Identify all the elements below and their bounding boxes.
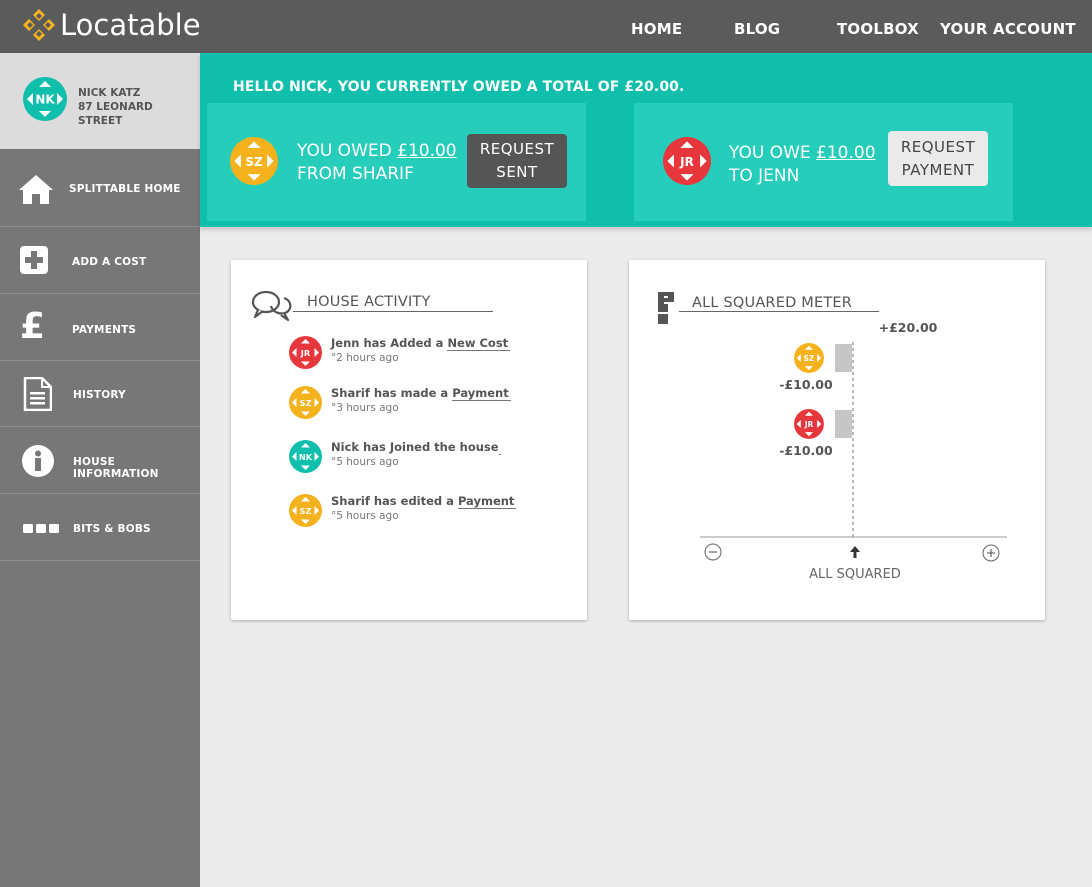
avatar-jr: JR <box>663 137 711 185</box>
svg-text:JR: JR <box>804 420 814 429</box>
info-icon <box>22 445 54 477</box>
request-sent-button[interactable]: REQUEST SENT <box>467 134 567 188</box>
profile-info: NICK KATZ 87 LEONARD STREET <box>78 86 200 128</box>
balance-banner: HELLO NICK, YOU CURRENTLY OWED A TOTAL O… <box>200 53 1092 227</box>
activity-time: °5 hours ago <box>331 456 399 468</box>
avatar-jr: JR <box>289 336 322 369</box>
plus-square-icon <box>20 246 48 274</box>
meter-title: ALL SQUARED METER <box>692 295 853 311</box>
sidebar-item-house-information[interactable]: HOUSE INFORMATION <box>0 427 200 494</box>
up-arrow-icon <box>850 546 860 558</box>
profile-name: NICK KATZ <box>78 87 141 99</box>
svg-text:NK: NK <box>35 93 55 107</box>
top-nav: HOME BLOG TOOLBOX YOUR ACCOUNT <box>0 20 1092 40</box>
sidebar-item-label: PAYMENTS <box>72 324 137 336</box>
button-line: REQUEST <box>479 140 555 158</box>
meter-value-label: -£10.00 <box>779 377 833 392</box>
activity-text: Sharif has made a Payment <box>331 386 511 401</box>
activity-time: °2 hours ago <box>331 352 399 364</box>
owed-amount[interactable]: £10.00 <box>397 141 456 161</box>
all-squared-axis-label: ALL SQUARED <box>809 567 901 582</box>
sidebar-item-splittable-home[interactable]: SPLITTABLE HOME <box>0 149 200 227</box>
owe-prefix: YOU OWE <box>729 143 811 163</box>
meter-chart: NK+£20.00SZ-£10.00JR-£10.00ALL SQUARED <box>700 320 1007 582</box>
avatar-sz: SZ <box>230 137 278 185</box>
svg-text:SZ: SZ <box>804 354 815 363</box>
avatar-sz: SZ <box>289 386 322 419</box>
svg-text:SZ: SZ <box>300 398 312 408</box>
svg-text:SZ: SZ <box>245 155 263 169</box>
avatar-sz: SZ <box>289 494 322 527</box>
meter-value-label: -£10.00 <box>779 443 833 458</box>
title-underline <box>293 311 493 312</box>
house-icon <box>19 175 53 204</box>
pound-icon: £ <box>20 306 46 347</box>
activity-description: Nick has Joined the house <box>331 440 499 454</box>
activity-link[interactable]: Payment <box>452 386 511 401</box>
activity-time: °3 hours ago <box>331 402 399 414</box>
svg-text:JR: JR <box>300 348 311 358</box>
title-underline <box>679 311 879 312</box>
house-activity-card: HOUSE ACTIVITY JR Jenn has Added a New Co… <box>231 260 587 620</box>
sidebar-item-payments[interactable]: £ PAYMENTS <box>0 294 200 361</box>
avatar-nk: NK <box>23 77 67 121</box>
svg-text:NK: NK <box>299 452 313 462</box>
owe-to: TO JENN <box>729 166 800 186</box>
owed-card: SZ YOU OWED £10.00 FROM SHARIF REQUEST S… <box>207 103 586 221</box>
avatar-sz: SZ <box>794 343 824 373</box>
owe-amount[interactable]: £10.00 <box>816 143 875 163</box>
svg-text:SZ: SZ <box>300 506 312 516</box>
activity-text: Nick has Joined the house <box>331 440 501 455</box>
activity-text: Jenn has Added a New Cost <box>331 336 511 351</box>
meter-value-label: +£20.00 <box>879 320 938 335</box>
sidebar-item-history[interactable]: HISTORY <box>0 361 200 427</box>
dots-icon <box>23 524 59 533</box>
sidebar-item-add-cost[interactable]: ADD A COST <box>0 227 200 294</box>
owe-card: JR YOU OWE £10.00 TO JENN REQUEST PAYMEN… <box>634 103 1013 221</box>
sidebar-item-bits-and-bobs[interactable]: BITS & BOBS <box>0 494 200 561</box>
activity-link[interactable]: New Cost <box>447 336 511 351</box>
sidebar-item-label: ADD A COST <box>72 256 147 268</box>
owe-text: YOU OWE £10.00 TO JENN <box>729 142 876 188</box>
all-squared-meter-card: ALL SQUARED METER NK+£20.00SZ-£10.00JR-£… <box>629 260 1045 620</box>
profile-address: 87 LEONARD STREET <box>78 101 153 127</box>
profile-panel[interactable]: NK NICK KATZ 87 LEONARD STREET <box>0 53 200 149</box>
avatar-jr: JR <box>794 409 824 439</box>
activity-link[interactable] <box>498 440 501 455</box>
activity-link[interactable]: Payment <box>457 494 517 509</box>
button-line: REQUEST <box>900 138 976 156</box>
nav-account-link[interactable]: YOUR ACCOUNT <box>940 20 1076 38</box>
sidebar-item-label: BITS & BOBS <box>73 523 151 535</box>
hello-message: HELLO NICK, YOU CURRENTLY OWED A TOTAL O… <box>233 79 685 95</box>
activity-description: Sharif has made a <box>331 386 449 400</box>
document-icon <box>23 377 52 411</box>
meter-bar <box>835 344 852 372</box>
button-line: SENT <box>496 163 538 181</box>
meter-bar <box>835 410 852 438</box>
owed-prefix: YOU OWED <box>297 141 392 161</box>
activity-time: °5 hours ago <box>331 510 399 522</box>
sidebar-item-label: HISTORY <box>73 389 126 401</box>
avatar-nk: NK <box>289 440 322 473</box>
svg-text:JR: JR <box>679 155 694 169</box>
nav-blog-link[interactable]: BLOG <box>734 20 780 38</box>
button-line: PAYMENT <box>901 161 975 179</box>
activity-text: Sharif has edited a Payment <box>331 494 517 509</box>
sidebar-item-label: HOUSE INFORMATION <box>73 456 159 480</box>
request-payment-button[interactable]: REQUEST PAYMENT <box>888 131 988 186</box>
sidebar-item-label: SPLITTABLE HOME <box>69 183 181 195</box>
nav-home-link[interactable]: HOME <box>631 20 682 38</box>
top-bar: Locatable HOME BLOG TOOLBOX YOUR ACCOUNT <box>0 0 1092 53</box>
activity-title: HOUSE ACTIVITY <box>307 294 431 310</box>
sidebar: NK NICK KATZ 87 LEONARD STREET SPLITTABL… <box>0 53 200 887</box>
activity-description: Sharif has edited a <box>331 494 454 508</box>
owed-text: YOU OWED £10.00 FROM SHARIF <box>297 140 457 186</box>
nav-toolbox-link[interactable]: TOOLBOX <box>837 20 919 38</box>
chat-bubbles-icon <box>251 290 292 322</box>
activity-description: Jenn has Added a <box>331 336 444 350</box>
minus-circle-icon[interactable] <box>704 543 722 561</box>
plus-circle-icon[interactable] <box>982 544 1000 562</box>
owed-from: FROM SHARIF <box>297 164 414 184</box>
